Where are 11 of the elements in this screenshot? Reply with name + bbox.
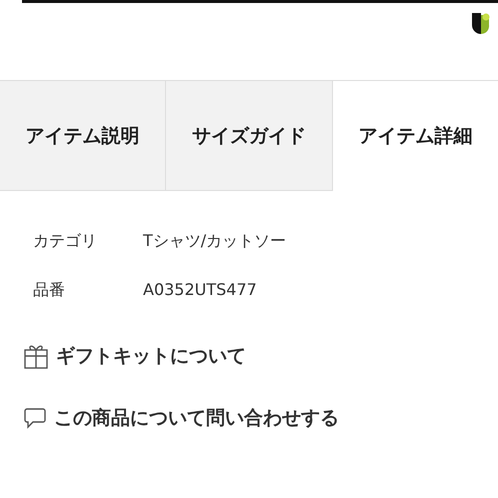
logo-icon xyxy=(472,13,490,35)
detail-value: A0352UTS477 xyxy=(143,280,257,301)
gift-icon xyxy=(24,343,48,369)
speech-bubble-icon xyxy=(24,407,46,429)
link[interactable]: この商品について問い合わせする xyxy=(24,405,498,431)
detail-label: カテゴリ xyxy=(33,231,98,252)
tab[interactable]: アイテム説明 xyxy=(0,81,166,191)
detail-value: Tシャツ/カットソー xyxy=(143,231,286,252)
tab[interactable]: サイズガイド xyxy=(166,81,333,191)
link[interactable]: ギフトキットについて xyxy=(24,343,498,369)
detail-label: 品番 xyxy=(33,280,66,301)
